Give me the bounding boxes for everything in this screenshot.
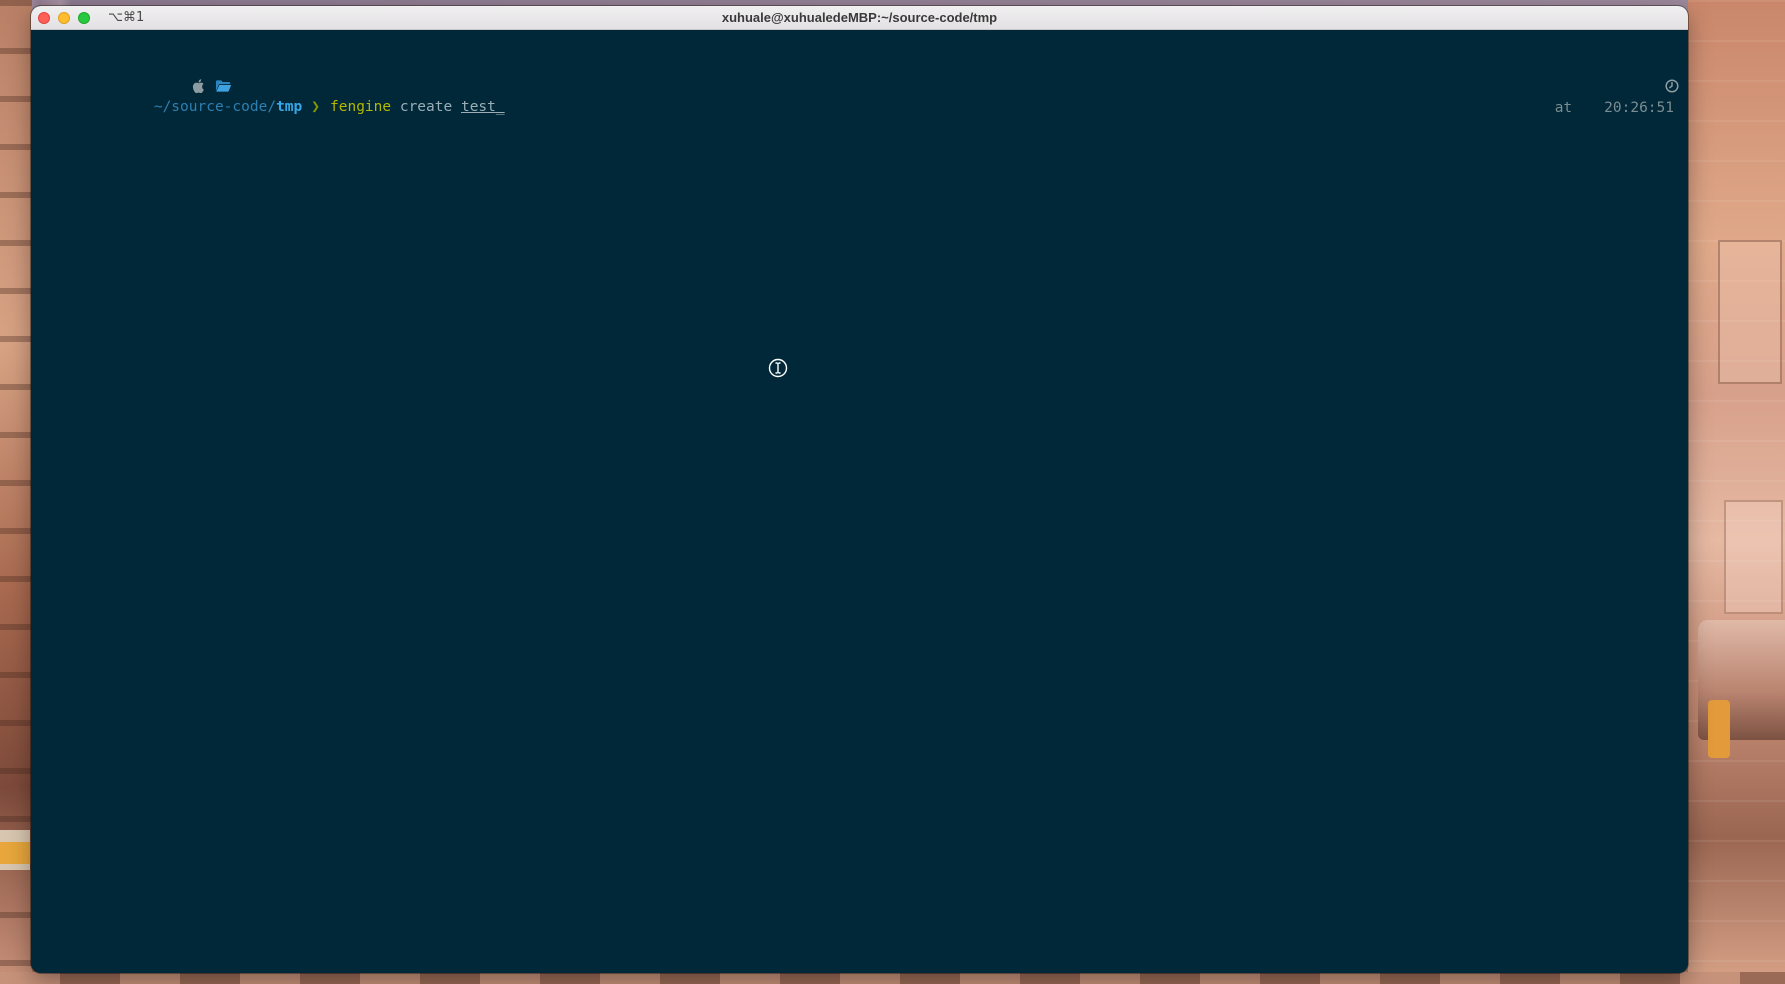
wallpaper-right-strip <box>1688 0 1785 984</box>
wallpaper-building <box>1718 240 1782 384</box>
terminal-window[interactable]: ⌥⌘1 xuhuale@xuhualedeMBP:~/source-code/t… <box>31 6 1688 973</box>
window-title: xuhuale@xuhualedeMBP:~/source-code/tmp <box>721 10 998 25</box>
folder-icon <box>128 59 232 92</box>
path-prefix: ~/source-code/ <box>153 99 277 115</box>
wallpaper-canister <box>1708 700 1730 758</box>
wallpaper-left-strip <box>0 0 32 984</box>
prompt-time: 20:26:51 <box>1604 100 1674 116</box>
text-cursor: _ <box>495 99 505 115</box>
window-titlebar[interactable]: ⌥⌘1 xuhuale@xuhualedeMBP:~/source-code/t… <box>31 6 1688 30</box>
mouse-ibeam-cursor-icon <box>768 358 788 378</box>
desktop-wallpaper: ⌥⌘1 xuhuale@xuhualedeMBP:~/source-code/t… <box>0 0 1785 984</box>
command-arg-test: test <box>460 99 496 115</box>
terminal-content[interactable]: ~/source-code/tmp ❯ fengine create test_ a… <box>31 30 1688 973</box>
right-prompt: at 20:26:51 <box>1485 39 1680 116</box>
wallpaper-building-lower <box>1724 500 1783 614</box>
wallpaper-sign-accent <box>0 842 30 864</box>
command-name: fengine <box>330 99 392 115</box>
prompt-arrow: ❯ <box>311 99 320 115</box>
apple-icon <box>105 59 204 94</box>
wallpaper-bottom-strip <box>0 972 1785 984</box>
command-arg-create: create <box>399 99 453 115</box>
right-prompt-label: at <box>1554 100 1573 116</box>
clock-icon <box>1578 59 1680 93</box>
path-current-dir: tmp <box>276 99 303 115</box>
prompt-line: ~/source-code/tmp ❯ fengine create test_ <box>35 39 505 115</box>
